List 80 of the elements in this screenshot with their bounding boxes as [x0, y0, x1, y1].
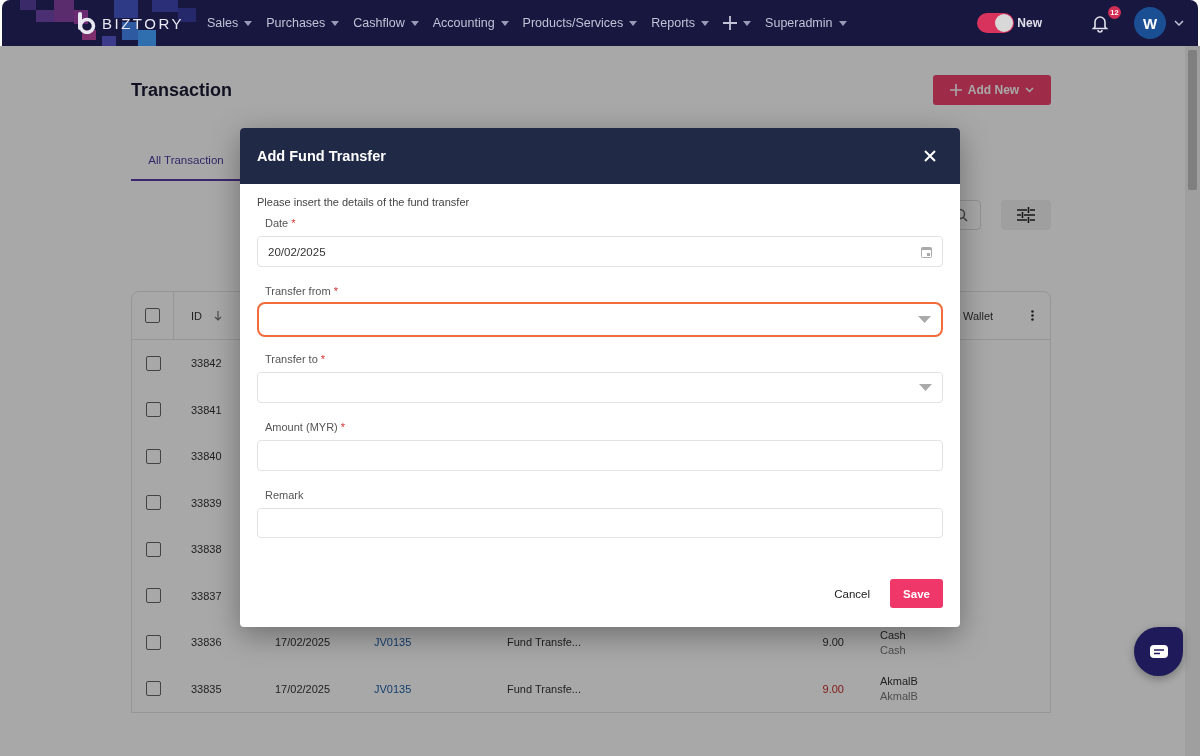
nav-menu-item[interactable]: Accounting [425, 8, 516, 38]
row-checkbox[interactable] [145, 541, 161, 557]
select-all-checkbox[interactable] [145, 308, 160, 323]
brand-name: BIZTORY [102, 14, 184, 32]
user-avatar[interactable]: W [1134, 7, 1166, 39]
toggle-switch[interactable] [977, 13, 1015, 33]
amount-cell: 9.00 [822, 682, 844, 695]
nav-menu-item[interactable]: Sales [199, 8, 260, 38]
dropdown-arrow-icon[interactable] [919, 384, 932, 391]
field-label: Transfer to * [264, 352, 327, 367]
nav-menu-item[interactable]: Products/Services [515, 8, 645, 38]
description-cell: Fund Transfe... [507, 636, 581, 649]
wallet-subtext: AkmalB [880, 690, 919, 703]
caret-icon [701, 20, 710, 26]
row-checkbox[interactable] [145, 355, 161, 371]
save-button[interactable]: Save [890, 579, 943, 608]
dialog-title: Add Fund Transfer [257, 148, 386, 164]
caret-icon [500, 20, 509, 26]
id-cell: 33839 [191, 496, 222, 509]
field-label: Remark [264, 488, 305, 503]
id-cell: 33837 [191, 589, 222, 602]
filter-button[interactable] [1001, 200, 1051, 230]
caret-icon [629, 20, 638, 26]
field-label: Amount (MYR) * [264, 420, 347, 435]
chevron-down-icon[interactable] [1174, 20, 1184, 26]
row-checkbox[interactable] [145, 495, 161, 511]
column-header[interactable]: ID [191, 309, 202, 322]
row-checkbox[interactable] [145, 681, 161, 697]
calendar-icon[interactable] [921, 245, 932, 258]
date-cell: 17/02/2025 [275, 636, 331, 649]
chevron-down-icon [1025, 87, 1035, 93]
page-title: Transaction [131, 79, 233, 101]
row-checkbox[interactable] [145, 448, 161, 464]
row-checkbox[interactable] [145, 402, 161, 418]
caret-icon [331, 20, 340, 26]
date-cell: 17/02/2025 [275, 682, 331, 695]
description-cell: Fund Transfe... [507, 682, 581, 695]
dialog-description: Please insert the details of the fund transfer [257, 196, 471, 208]
plus-icon [949, 84, 962, 96]
plus-icon [723, 16, 738, 30]
close-button[interactable] [924, 150, 936, 162]
column-header: Wallet [963, 309, 995, 322]
wallet-cell-text: AkmalB [880, 675, 919, 688]
dropdown-arrow-icon[interactable] [918, 316, 931, 323]
wallet-subtext: Cash [880, 643, 907, 656]
input-field[interactable] [257, 440, 943, 471]
row-checkbox[interactable] [145, 634, 161, 650]
caret-icon [838, 20, 847, 26]
toggle-label: New [1017, 16, 1042, 30]
nav-menu-item[interactable]: Superadmin [758, 8, 854, 38]
sort-arrow-icon[interactable] [214, 310, 222, 321]
sliders-icon [1017, 207, 1035, 223]
cancel-button[interactable]: Cancel [834, 587, 870, 600]
reference-link[interactable]: JV0135 [374, 636, 412, 649]
nav-menu-item[interactable]: Cashflow [346, 8, 426, 38]
id-cell: 33842 [191, 357, 222, 370]
wallet-cell-text: Cash [880, 628, 907, 641]
reference-link[interactable]: JV0135 [374, 682, 412, 695]
field-label: Transfer from * [264, 284, 339, 299]
id-cell: 33838 [191, 543, 222, 556]
amount-cell: 9.00 [822, 636, 844, 649]
caret-icon [743, 20, 752, 26]
caret-icon [244, 20, 253, 26]
id-cell: 33841 [191, 403, 222, 416]
id-cell: 33835 [191, 682, 222, 695]
field-label: Date * [264, 216, 297, 231]
nav-menu-item[interactable]: Purchases [259, 8, 347, 38]
caret-icon [410, 20, 419, 26]
id-cell: 33840 [191, 450, 222, 463]
date-field[interactable]: 20/02/2025 [257, 236, 943, 267]
more-options-icon[interactable] [1031, 310, 1034, 321]
id-cell: 33836 [191, 636, 222, 649]
bell-icon[interactable] [1090, 13, 1110, 33]
logo-icon [76, 12, 96, 34]
nav-menu-item[interactable]: Reports [644, 8, 717, 38]
row-checkbox[interactable] [145, 588, 161, 604]
input-field[interactable] [257, 508, 943, 538]
scrollbar[interactable] [1185, 46, 1200, 756]
dropdown-field[interactable] [257, 302, 943, 337]
chat-bubble-icon [1148, 643, 1169, 660]
